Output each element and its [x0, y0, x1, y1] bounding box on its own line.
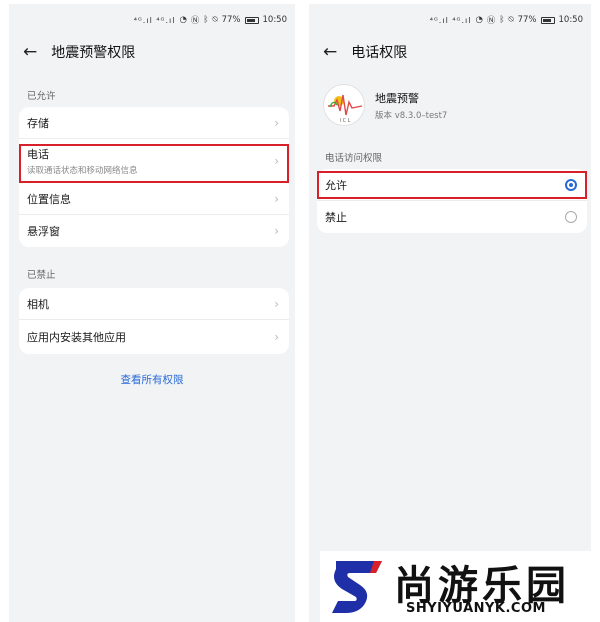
- watermark-url: SHYIYUANYK.COM: [406, 601, 546, 616]
- app-logo-icon: I C L: [323, 84, 365, 126]
- clock: 10:50: [262, 15, 288, 25]
- battery-icon: [244, 16, 259, 24]
- phone-access-section-label: 电话访问权限: [325, 153, 383, 164]
- back-arrow-icon[interactable]: ←: [323, 43, 337, 61]
- right-screen: ⁴ᴳ.ıl ⁴ᴳ.ıl ◔ Ⓝ ᛒ ⍉ 77% 10:50 ← 电话权限 I C…: [309, 4, 591, 622]
- permission-label: 应用内安装其他应用: [27, 331, 126, 344]
- page-title: 电话权限: [351, 45, 408, 61]
- radio-selected-icon[interactable]: [565, 178, 577, 191]
- battery-icon: [540, 16, 555, 24]
- permission-label: 位置信息: [27, 192, 71, 206]
- permission-row-location[interactable]: 位置信息 ›: [19, 183, 289, 215]
- options-card: 允许 禁止: [317, 169, 587, 233]
- battery-percent: 77%: [221, 15, 241, 25]
- signal-icon: ⁴ᴳ.ıl ⁴ᴳ.ıl: [133, 15, 176, 25]
- view-all-permissions-link[interactable]: 查看所有权限: [9, 372, 295, 387]
- permission-row-phone[interactable]: 电话 读取通话状态和移动网络信息 ›: [19, 139, 289, 183]
- permission-row-overlay[interactable]: 悬浮窗 ›: [19, 215, 289, 247]
- title-bar: ← 电话权限: [323, 42, 407, 62]
- watermark: 尚游乐园 SHYIYUANYK.COM: [320, 551, 592, 622]
- mute-icon: ⍉: [508, 15, 514, 25]
- mute-icon: ⍉: [212, 15, 218, 25]
- signal-icon: ⁴ᴳ.ıl ⁴ᴳ.ıl: [429, 15, 472, 25]
- permission-row-storage[interactable]: 存储 ›: [19, 107, 289, 139]
- bluetooth-icon: ᛒ: [499, 15, 505, 25]
- denied-section-label: 已禁止: [27, 270, 56, 281]
- battery-percent: 77%: [517, 15, 537, 25]
- watermark-logo-icon: [332, 561, 382, 613]
- status-bar: ⁴ᴳ.ıl ⁴ᴳ.ıl ◔ Ⓝ ᛒ ⍉ 77% 10:50: [134, 14, 287, 26]
- chevron-right-icon: ›: [274, 115, 279, 130]
- chevron-right-icon: ›: [274, 224, 279, 238]
- status-bar: ⁴ᴳ.ıl ⁴ᴳ.ıl ◔ Ⓝ ᛒ ⍉ 77% 10:50: [430, 14, 583, 26]
- permission-label: 存储: [27, 116, 49, 130]
- option-row-allow[interactable]: 允许: [317, 169, 587, 201]
- allowed-card: 存储 › 电话 读取通话状态和移动网络信息 › 位置信息 › 悬浮窗 ›: [19, 107, 289, 247]
- radio-unselected-icon[interactable]: [565, 211, 577, 223]
- page-title: 地震预警权限: [51, 45, 136, 61]
- back-arrow-icon[interactable]: ←: [23, 43, 37, 61]
- nfc-icon: Ⓝ: [190, 16, 200, 26]
- wifi-icon: ◔: [179, 15, 187, 25]
- app-header: I C L 地震预警 版本 v8.3.0–test7: [323, 84, 447, 126]
- logo-letters: I C L: [340, 118, 351, 124]
- wifi-icon: ◔: [475, 15, 483, 25]
- chevron-right-icon: ›: [274, 191, 279, 206]
- clock: 10:50: [558, 15, 584, 25]
- chevron-right-icon: ›: [274, 330, 279, 344]
- permission-description: 读取通话状态和移动网络信息: [27, 165, 138, 176]
- bluetooth-icon: ᛒ: [203, 15, 209, 25]
- option-label: 允许: [325, 178, 347, 192]
- permission-row-install-apps[interactable]: 应用内安装其他应用 ›: [19, 320, 289, 354]
- title-bar: ← 地震预警权限: [23, 42, 135, 62]
- denied-card: 相机 › 应用内安装其他应用 ›: [19, 288, 289, 354]
- nfc-icon: Ⓝ: [486, 16, 496, 26]
- permission-row-camera[interactable]: 相机 ›: [19, 288, 289, 320]
- permission-label: 电话: [27, 147, 49, 161]
- app-version: 版本 v8.3.0–test7: [375, 110, 448, 121]
- permission-label: 相机: [27, 297, 49, 311]
- app-name: 地震预警: [375, 91, 419, 105]
- chevron-right-icon: ›: [274, 296, 279, 311]
- option-row-deny[interactable]: 禁止: [317, 201, 587, 233]
- chevron-right-icon: ›: [274, 153, 279, 168]
- allowed-section-label: 已允许: [27, 91, 56, 102]
- option-label: 禁止: [325, 211, 347, 224]
- permission-label: 悬浮窗: [27, 225, 60, 238]
- left-screen: ⁴ᴳ.ıl ⁴ᴳ.ıl ◔ Ⓝ ᛒ ⍉ 77% 10:50 ← 地震预警权限 已…: [9, 4, 295, 622]
